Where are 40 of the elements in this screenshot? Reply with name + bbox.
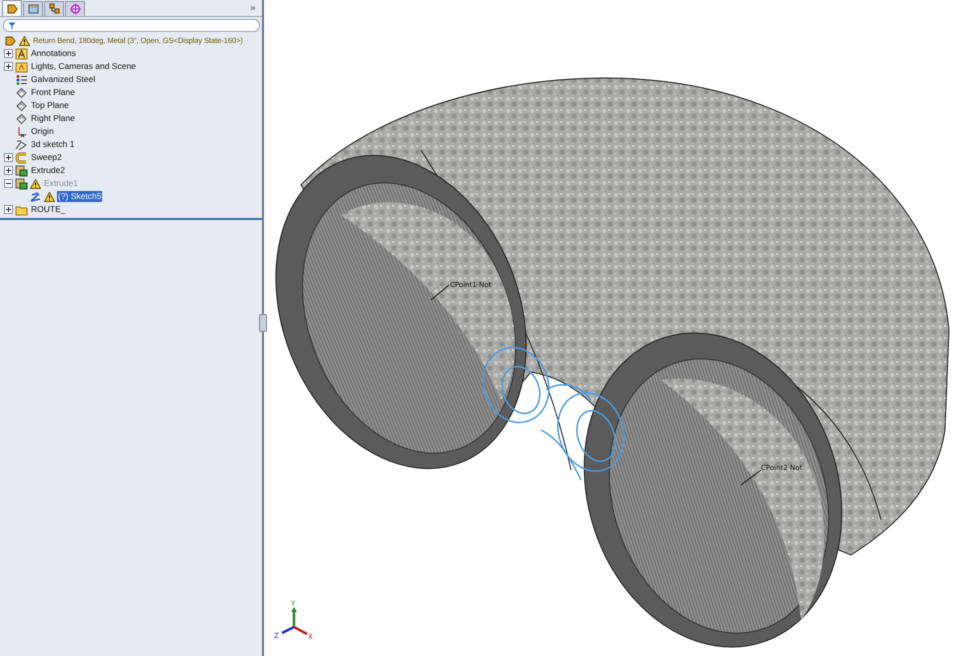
filter-icon <box>8 22 16 30</box>
expand-icon[interactable] <box>4 153 13 162</box>
filter-field[interactable] <box>3 19 260 32</box>
tree-item[interactable]: Right Plane <box>30 113 76 124</box>
panel-tab[interactable] <box>23 1 43 16</box>
collapse-icon[interactable] <box>4 179 13 188</box>
tree-item[interactable]: (?) Sketch5 <box>57 191 102 202</box>
expand-icon[interactable] <box>4 166 13 175</box>
plane-icon <box>15 112 28 124</box>
properties-icon <box>26 3 40 15</box>
expand-icon[interactable] <box>4 205 13 214</box>
tree-item[interactable]: Origin <box>30 126 55 137</box>
plane-icon <box>15 86 28 98</box>
tree-item[interactable]: Extrude2 <box>30 165 66 176</box>
crosshair-icon <box>68 3 82 15</box>
material-icon <box>15 74 28 86</box>
sweep-icon <box>15 152 28 164</box>
panel-tab[interactable] <box>2 0 22 16</box>
tree-item[interactable]: Top Plane <box>30 100 70 111</box>
extrude-icon <box>15 178 28 190</box>
tree-item[interactable]: Lights, Cameras and Scene <box>30 61 137 72</box>
tree-item[interactable]: Front Plane <box>30 87 76 98</box>
expand-icon[interactable] <box>4 49 13 58</box>
panel-collapse-handle[interactable] <box>259 314 267 332</box>
leader-line <box>740 470 762 486</box>
tree-item[interactable]: ROUTE_ <box>30 204 66 215</box>
panel-tab[interactable] <box>44 1 64 16</box>
tree-item[interactable]: Sweep2 <box>30 152 63 163</box>
tree-item[interactable]: 3d sketch 1 <box>30 139 76 150</box>
tree-item[interactable]: Annotations <box>30 48 77 59</box>
configuration-icon <box>48 3 60 15</box>
overflow-chevron[interactable]: » <box>250 2 256 14</box>
leader-line <box>430 284 450 300</box>
extrude-icon <box>15 164 28 176</box>
tree-item[interactable]: Galvanized Steel <box>30 74 96 85</box>
expand-icon[interactable] <box>4 62 13 71</box>
folder-icon <box>15 204 28 216</box>
plane-icon <box>15 100 28 112</box>
annotation-icon <box>15 48 28 60</box>
panel-tab[interactable] <box>65 1 85 16</box>
